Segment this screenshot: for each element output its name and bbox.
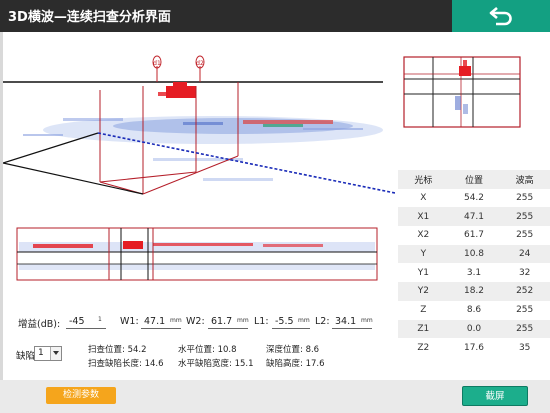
l1-label: L1: — [254, 316, 269, 327]
chevron-down-icon — [50, 347, 61, 360]
table-row: Z2 17.6 35 — [417, 342, 531, 353]
table-header: 光标 位置 波高 — [398, 170, 550, 189]
cursor-marker-1[interactable]: d1 — [152, 55, 162, 82]
scan-position: 扫查位置: 54.2 — [88, 345, 147, 355]
screenshot-button[interactable]: 截屏 — [462, 386, 528, 406]
w1-label: W1: — [120, 316, 139, 327]
defect-select[interactable]: 1 — [34, 346, 62, 361]
c-scan-minimap[interactable] — [403, 56, 521, 128]
gain-unit: 1 — [98, 316, 102, 323]
l1-unit: mm — [298, 317, 310, 324]
scan-defect-length: 扫查缺陷长度: 14.6 — [88, 359, 164, 369]
base-frame — [3, 132, 144, 195]
table-row: Y 10.8 24 — [398, 244, 550, 264]
l2-label: L2: — [315, 316, 330, 327]
col-cursor: 光标 — [414, 175, 433, 186]
return-arrow-icon — [489, 7, 512, 26]
svg-text:d2: d2 — [196, 60, 204, 67]
table-row: Y1 3.1 32 — [417, 267, 531, 278]
table-row: Y2 18.2 252 — [398, 282, 550, 301]
detection-params-button[interactable]: 检测参数 — [46, 387, 116, 404]
page-title: 3D横波—连续扫查分析界面 — [8, 10, 171, 25]
bottom-bar: 检测参数 截屏 — [0, 380, 550, 413]
cursor-marker-2[interactable]: d2 — [195, 55, 205, 82]
defect-height: 缺陷高度: 17.6 — [266, 359, 325, 369]
gain-label: 增益(dB): — [18, 319, 61, 330]
depth-position: 深度位置: 8.6 — [266, 345, 320, 355]
table-row: X 54.2 255 — [420, 193, 534, 204]
defect-indication — [158, 82, 196, 98]
title-bar: 3D横波—连续扫查分析界面 — [0, 0, 550, 32]
svg-text:d1: d1 — [153, 60, 161, 67]
w2-label: W2: — [186, 316, 205, 327]
b-scan-strip[interactable] — [16, 227, 378, 281]
table-row: Z1 0.0 255 — [398, 319, 550, 339]
w1-unit: mm — [170, 317, 182, 324]
col-amplitude: 波高 — [515, 175, 534, 186]
table-row: X1 47.1 255 — [398, 207, 550, 227]
l2-unit: mm — [361, 317, 373, 324]
col-position: 位置 — [465, 175, 484, 186]
horizontal-position: 水平位置: 10.8 — [178, 345, 237, 355]
table-row: Z 8.6 255 — [420, 305, 534, 316]
cursor-table: 光标 位置 波高 X 54.2 255 X1 47.1 255 X2 61.7 255 Y1… — [398, 170, 550, 357]
back-button[interactable] — [452, 0, 550, 32]
scan-data-cloud — [23, 116, 383, 181]
3d-scan-view[interactable]: d1 d2 — [3, 38, 395, 300]
horizontal-defect-width: 水平缺陷宽度: 15.1 — [178, 359, 254, 369]
table-row: X2 61.7 255 — [417, 230, 534, 241]
control-panel: 增益(dB): -45 1 W1: 47.1 mm W2: 61.7 mm L1… — [0, 306, 395, 376]
w2-unit: mm — [237, 317, 249, 324]
